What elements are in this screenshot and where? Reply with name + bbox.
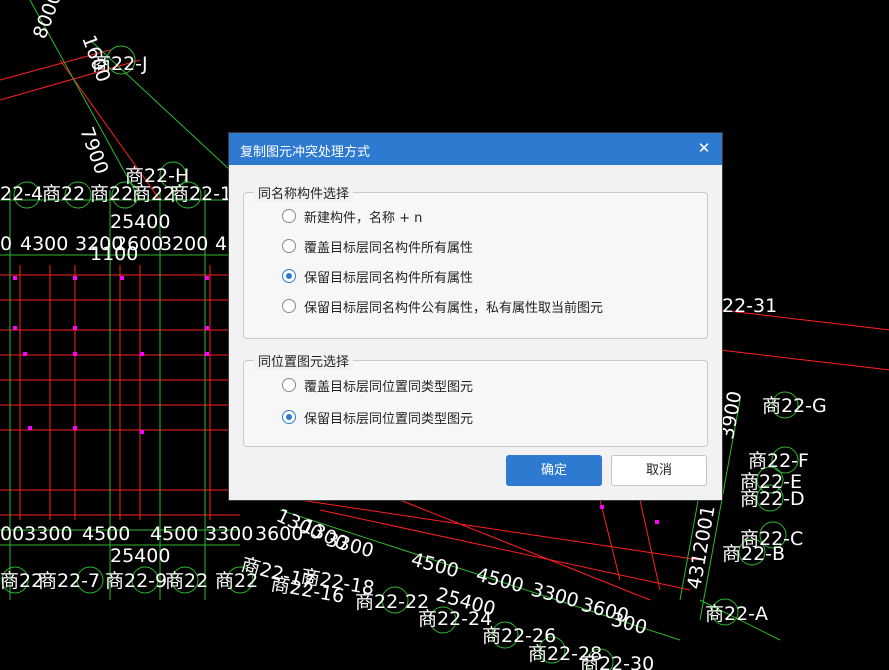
radio-button-selected[interactable]: [282, 269, 296, 283]
cad-label: 4312001: [683, 504, 719, 591]
option-label: 保留目标层同名构件所有属性: [304, 270, 474, 286]
cad-label: 25400: [110, 545, 170, 567]
radio-button[interactable]: [282, 299, 296, 313]
cad-label: 商22-1: [170, 183, 232, 205]
same-position-group: 同位置图元选择 覆盖目标层同位置同类型图元 保留目标层同位置同类型图元: [243, 351, 708, 447]
option-new-component[interactable]: 新建构件，名称 + n: [282, 206, 422, 226]
cad-label: 003300: [0, 523, 73, 545]
cad-label: 1100: [90, 243, 138, 265]
option-label: 保留目标层同名构件公有属性，私有属性取当前图元: [304, 300, 604, 316]
cad-label: 商22-A: [705, 603, 768, 625]
ok-button[interactable]: 确定: [506, 455, 602, 486]
radio-button[interactable]: [282, 378, 296, 392]
cad-label: 商22-30: [580, 653, 654, 670]
cad-label: 3300: [205, 523, 253, 545]
cad-label: 4300: [20, 233, 68, 255]
cad-label: 4: [215, 233, 227, 255]
cad-label: 25400: [110, 211, 170, 233]
cad-label: 商22-J: [92, 53, 148, 75]
cad-label: 商22: [165, 570, 208, 592]
option-keep-all[interactable]: 保留目标层同名构件所有属性: [282, 266, 473, 286]
cad-label: 商22-G: [762, 395, 827, 417]
option-overwrite-position[interactable]: 覆盖目标层同位置同类型图元: [282, 375, 473, 395]
dialog-title: 复制图元冲突处理方式: [240, 145, 371, 160]
cad-label: 8000: [29, 0, 66, 42]
conflict-dialog: 复制图元冲突处理方式 ✕ 同名称构件选择 新建构件，名称 + n 覆盖目标层同名…: [229, 133, 722, 500]
cad-label: 商22: [90, 183, 133, 205]
option-label: 保留目标层同位置同类型图元: [304, 411, 474, 427]
same-name-group-legend: 同名称构件选择: [254, 183, 354, 202]
cad-label: 3300: [324, 529, 376, 563]
cad-label: 300: [609, 609, 650, 640]
radio-button[interactable]: [282, 209, 296, 223]
cad-label: 商22: [42, 183, 85, 205]
same-name-group: 同名称构件选择 新建构件，名称 + n 覆盖目标层同名构件所有属性 保留目标层同…: [243, 183, 708, 339]
cad-label: 3300: [529, 579, 581, 613]
cad-label: 商22-9: [105, 570, 167, 592]
cad-label: 4500: [474, 564, 526, 598]
option-overwrite-all[interactable]: 覆盖目标层同名构件所有属性: [282, 236, 473, 256]
cad-label: 0: [0, 233, 12, 255]
cad-label: 7900: [75, 124, 112, 177]
cad-label: 商22-B: [722, 543, 785, 565]
cad-label: 3200: [160, 233, 208, 255]
option-keep-position[interactable]: 保留目标层同位置同类型图元: [282, 407, 473, 427]
cad-label: 4500: [409, 549, 461, 583]
option-label: 覆盖目标层同名构件所有属性: [304, 240, 474, 256]
cad-label: 商22-D: [740, 488, 805, 510]
cad-label: 4500: [82, 523, 130, 545]
close-icon[interactable]: ✕: [694, 138, 714, 158]
cad-label: 商22: [0, 570, 43, 592]
cad-label: 商22-F: [748, 450, 809, 472]
radio-button-selected[interactable]: [282, 410, 296, 424]
cad-label: 22-31: [722, 295, 777, 317]
radio-button[interactable]: [282, 239, 296, 253]
cancel-button[interactable]: 取消: [611, 455, 707, 486]
same-position-group-legend: 同位置图元选择: [254, 351, 354, 370]
option-keep-public[interactable]: 保留目标层同名构件公有属性，私有属性取当前图元: [282, 296, 603, 316]
cad-label: 4500: [150, 523, 198, 545]
cad-label: 商22-7: [38, 570, 100, 592]
option-label: 新建构件，名称 + n: [304, 210, 423, 226]
option-label: 覆盖目标层同位置同类型图元: [304, 379, 474, 395]
cad-label: 22-4: [0, 183, 43, 205]
dialog-titlebar[interactable]: 复制图元冲突处理方式 ✕: [229, 133, 722, 165]
cad-label: 商22: [132, 183, 175, 205]
